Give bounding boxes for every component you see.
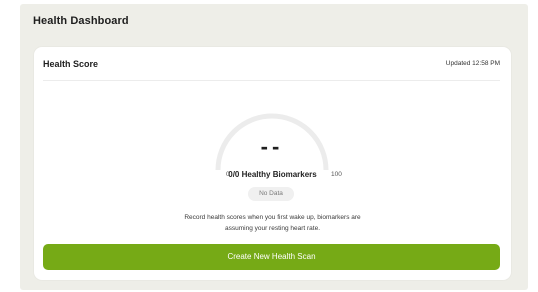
health-score-card: Health Score Updated 12:58 PM -- 0 0/0 H… bbox=[34, 47, 511, 280]
create-health-scan-button[interactable]: Create New Health Scan bbox=[43, 244, 500, 270]
score-value: -- bbox=[260, 134, 284, 159]
hint-line-2: assuming your resting heart rate. bbox=[224, 225, 321, 232]
card-title: Health Score bbox=[43, 59, 99, 69]
dashboard-app: Health Dashboard Health Score Updated 12… bbox=[20, 4, 528, 290]
card-header: Health Score Updated 12:58 PM bbox=[43, 47, 500, 81]
screenshot-frame: Health Dashboard Health Score Updated 12… bbox=[0, 0, 538, 292]
gauge-max-label: 100 bbox=[331, 171, 342, 178]
updated-timestamp: Updated 12:58 PM bbox=[445, 60, 500, 67]
healthy-biomarkers-count: 0/0 Healthy Biomarkers bbox=[228, 170, 317, 179]
health-score-gauge: -- bbox=[210, 102, 334, 174]
hint-text: Record health scores when you first wake… bbox=[34, 212, 511, 234]
hint-line-1: Record health scores when you first wake… bbox=[184, 214, 361, 221]
status-badge: No Data bbox=[248, 187, 294, 201]
page-title: Health Dashboard bbox=[33, 15, 129, 27]
